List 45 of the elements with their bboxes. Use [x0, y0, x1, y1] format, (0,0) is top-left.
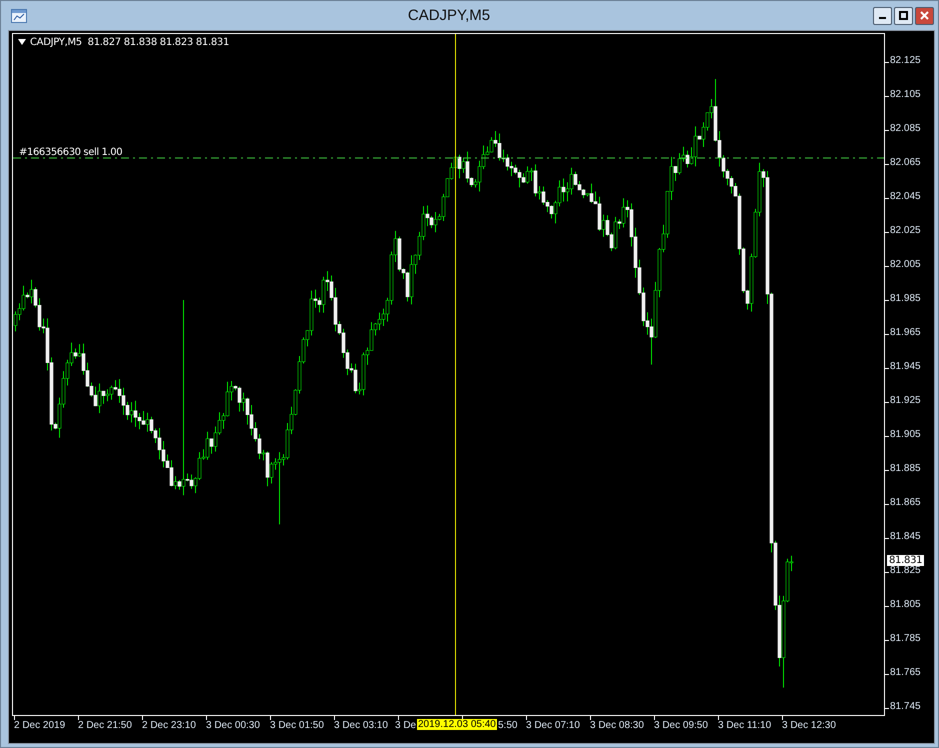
order-label: #166356630 sell 1.00	[19, 147, 122, 158]
bid-price-label: 81.831	[887, 554, 924, 566]
time-label: 3 Dec 00:30	[206, 720, 260, 731]
time-label: 3 Dec 07:10	[526, 720, 580, 731]
price-label: 81.825	[890, 565, 921, 576]
price-label: 82.005	[890, 259, 921, 270]
price-label: 81.845	[890, 531, 921, 542]
close-icon	[920, 11, 929, 20]
time-label: 2 Dec 21:50	[78, 720, 132, 731]
minimize-button[interactable]	[873, 6, 892, 24]
maximize-icon	[899, 11, 908, 20]
close-button[interactable]	[915, 6, 934, 24]
price-label: 81.805	[890, 599, 921, 610]
window-title: CADJPY,M5	[406, 7, 492, 24]
maximize-button[interactable]	[894, 6, 913, 24]
price-label: 81.745	[890, 701, 921, 712]
price-label: 82.065	[890, 157, 921, 168]
price-label: 82.045	[890, 191, 921, 202]
time-label: 3 Dec 12:30	[782, 720, 836, 731]
price-label: 81.885	[890, 463, 921, 474]
price-label: 81.945	[890, 361, 921, 372]
price-label: 82.025	[890, 225, 921, 236]
time-label: 3 Dec 03:10	[334, 720, 388, 731]
time-label: 3 Dec 08:30	[590, 720, 644, 731]
price-label: 81.785	[890, 633, 921, 644]
price-label: 81.905	[890, 429, 921, 440]
time-label: 3 Dec 11:10	[718, 720, 772, 731]
time-label: 5:50	[498, 720, 518, 731]
time-label: 3 Dec 09:50	[654, 720, 708, 731]
time-label: 3 Dec 01:50	[270, 720, 324, 731]
time-label: 2 Dec 2019	[14, 720, 66, 731]
price-label: 81.925	[890, 395, 921, 406]
price-label: 82.125	[890, 55, 921, 66]
price-label: 81.965	[890, 327, 921, 338]
price-label: 81.865	[890, 497, 921, 508]
price-label: 81.765	[890, 667, 921, 678]
symbol-quote: CADJPY,M5 81.827 81.838 81.823 81.831	[30, 37, 230, 48]
cursor-time-label: 2019.12.03 05:40	[417, 719, 497, 730]
chart-window-icon	[11, 8, 27, 22]
time-label: 3 De	[395, 720, 416, 731]
price-label: 82.105	[890, 89, 921, 100]
price-label: 82.085	[890, 123, 921, 134]
price-label: 81.985	[890, 293, 921, 304]
time-label: 2 Dec 23:10	[142, 720, 196, 731]
dropdown-icon[interactable]	[18, 39, 26, 45]
